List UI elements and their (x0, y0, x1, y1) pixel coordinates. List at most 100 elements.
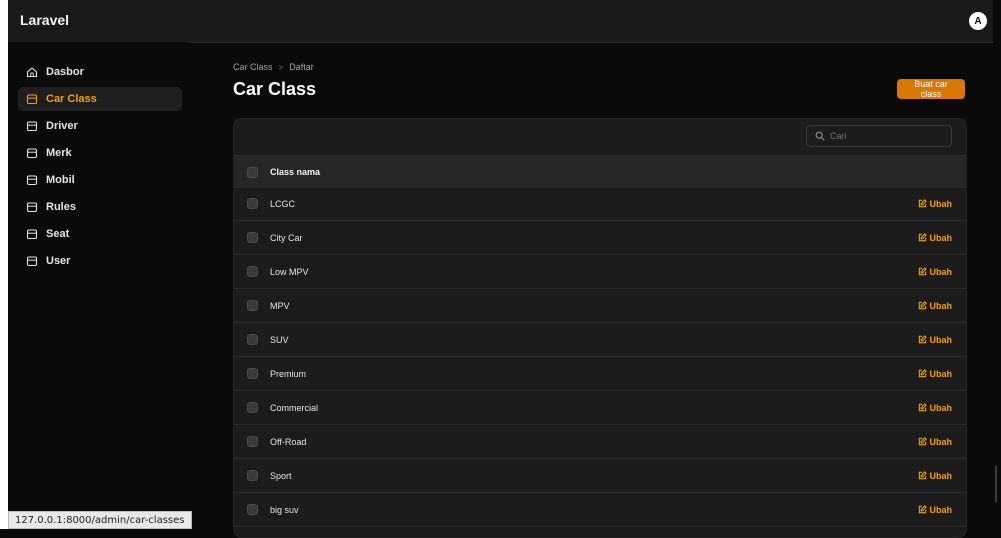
edit-icon (918, 437, 927, 446)
table-row[interactable]: big suv Ubah (234, 493, 966, 527)
sidebar-nav: Dasbor Car Class Driver Merk Mobil Rules Seat U… (18, 60, 182, 276)
edit-label: Ubah (929, 232, 953, 243)
row-checkbox[interactable] (247, 198, 258, 209)
edit-label: Ubah (929, 436, 953, 447)
page-title: Car Class (233, 79, 317, 99)
table-header: Class nama (234, 155, 966, 188)
sidebar: Dasbor Car Class Driver Merk Mobil Rules Seat U… (8, 42, 188, 529)
box-icon (26, 175, 38, 186)
edit-button[interactable]: Ubah (918, 425, 953, 458)
edit-button[interactable]: Ubah (918, 493, 952, 526)
table-row[interactable]: SUV Ubah (234, 323, 966, 357)
box-icon (26, 202, 38, 213)
row-checkbox[interactable] (247, 402, 258, 413)
brand-logo[interactable]: Laravel (20, 12, 69, 28)
breadcrumb: Car Class > Daftar (233, 62, 314, 72)
edit-icon (918, 505, 927, 514)
row-checkbox[interactable] (247, 266, 258, 277)
top-bar: Laravel A (8, 0, 993, 43)
edit-label: Ubah (929, 402, 953, 413)
box-icon (26, 229, 38, 240)
search-placeholder: Cari (830, 131, 847, 141)
row-class-name: Off-Road (270, 436, 307, 447)
breadcrumb-current: Daftar (289, 62, 314, 72)
table-row[interactable]: Premium Ubah (234, 357, 966, 391)
search-input[interactable]: Cari (806, 125, 952, 147)
table-body: LCGC Ubah City Car Ubah Low MPV Ubah MPV Ubah SU… (234, 187, 966, 527)
row-checkbox[interactable] (247, 470, 258, 481)
column-header-class-nama[interactable]: Class nama (270, 167, 320, 177)
sidebar-item-driver[interactable]: Driver (18, 114, 182, 138)
table-row[interactable]: City Car Ubah (234, 221, 966, 255)
row-checkbox[interactable] (247, 232, 258, 243)
row-class-name: Sport (270, 470, 292, 481)
window-right-edge (993, 0, 1001, 529)
edit-icon (918, 233, 927, 242)
edit-icon (918, 199, 927, 208)
table-row[interactable]: Sport Ubah (234, 459, 966, 493)
sidebar-item-user[interactable]: User (18, 249, 182, 273)
sidebar-item-mobil[interactable]: Mobil (18, 168, 182, 192)
sidebar-item-label: Driver (46, 120, 78, 132)
home-icon (26, 67, 38, 78)
box-icon (26, 121, 38, 132)
sidebar-item-rules[interactable]: Rules (18, 195, 182, 219)
edit-button[interactable]: Ubah (918, 187, 953, 220)
edit-label: Ubah (929, 334, 953, 345)
sidebar-item-seat[interactable]: Seat (18, 222, 182, 246)
edit-icon (918, 403, 927, 412)
table-panel: Cari Class nama LCGC Ubah City Car Ubah Low … (233, 118, 967, 538)
user-avatar[interactable]: A (969, 12, 987, 30)
edit-button[interactable]: Ubah (918, 255, 953, 288)
box-icon (26, 94, 38, 105)
row-checkbox[interactable] (247, 368, 258, 379)
row-checkbox[interactable] (247, 504, 258, 515)
table-row[interactable]: LCGC Ubah (234, 187, 966, 221)
sidebar-item-label: Dasbor (46, 66, 84, 78)
table-row[interactable]: Commercial Ubah (234, 391, 966, 425)
edit-button[interactable]: Ubah (918, 323, 953, 356)
sidebar-item-car-class[interactable]: Car Class (18, 87, 182, 111)
edit-label: Ubah (929, 198, 953, 209)
sidebar-item-label: User (46, 255, 71, 267)
edit-icon (918, 369, 927, 378)
row-checkbox[interactable] (247, 300, 258, 311)
box-icon (26, 148, 38, 159)
edit-label: Ubah (929, 470, 953, 481)
edit-icon (918, 471, 927, 480)
edit-button[interactable]: Ubah (918, 459, 953, 492)
edit-label: Ubah (929, 368, 953, 379)
table-row[interactable]: Off-Road Ubah (234, 425, 966, 459)
row-checkbox[interactable] (247, 436, 258, 447)
window-left-edge (0, 0, 8, 529)
row-class-name: Commercial (270, 402, 319, 413)
row-class-name: City Car (270, 232, 303, 243)
sidebar-item-label: Car Class (46, 93, 97, 105)
select-all-checkbox[interactable] (247, 166, 258, 178)
edit-button[interactable]: Ubah (918, 221, 953, 254)
row-class-name: big suv (270, 504, 299, 515)
sidebar-item-merk[interactable]: Merk (18, 141, 182, 165)
edit-icon (918, 301, 927, 310)
edit-button[interactable]: Ubah (918, 289, 953, 322)
table-row[interactable]: MPV Ubah (234, 289, 966, 323)
row-checkbox[interactable] (247, 334, 258, 345)
row-class-name: MPV (270, 300, 290, 311)
breadcrumb-parent[interactable]: Car Class (233, 62, 273, 72)
breadcrumb-separator: > (278, 62, 284, 72)
table-row[interactable]: Low MPV Ubah (234, 255, 966, 289)
row-class-name: LCGC (270, 198, 296, 209)
row-class-name: Premium (270, 368, 307, 379)
scrollbar-thumb[interactable] (995, 466, 997, 502)
edit-button[interactable]: Ubah (918, 357, 953, 390)
sidebar-item-dasbor[interactable]: Dasbor (18, 60, 182, 84)
create-car-class-button[interactable]: Buat car class (897, 79, 965, 99)
search-icon (815, 131, 825, 141)
edit-button[interactable]: Ubah (918, 391, 953, 424)
browser-status-bar: 127.0.0.1:8000/admin/car-classes (8, 511, 192, 529)
edit-label: Ubah (929, 266, 953, 277)
box-icon (26, 256, 38, 267)
edit-label: Ubah (929, 300, 953, 311)
row-class-name: Low MPV (270, 266, 309, 277)
sidebar-item-label: Seat (46, 228, 70, 240)
